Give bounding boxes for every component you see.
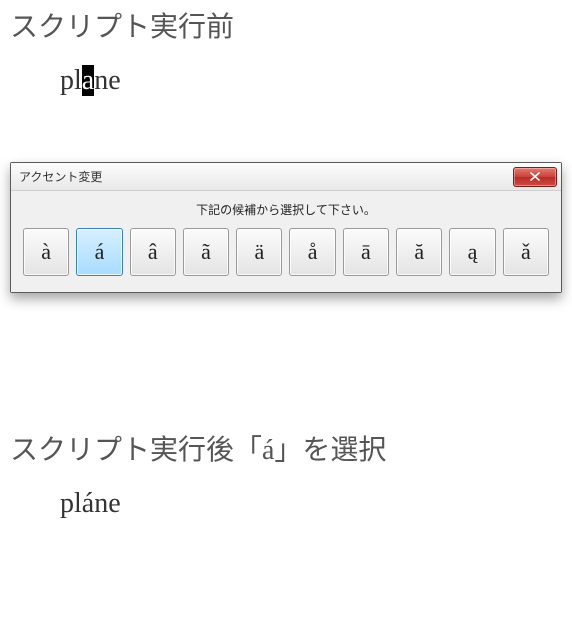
accent-option-5[interactable]: å: [289, 228, 335, 276]
accent-change-dialog: アクセント変更 下記の候補から選択して下さい。 à á â ã ä å ā ă …: [10, 162, 562, 293]
before-word-pre: pl: [60, 65, 82, 96]
before-heading: スクリプト実行前: [0, 0, 572, 45]
accent-option-6[interactable]: ā: [343, 228, 389, 276]
before-word-selection: a: [82, 65, 94, 96]
dialog-title: アクセント変更: [19, 168, 102, 185]
dialog-instruction: 下記の候補から選択して下さい。: [23, 201, 549, 218]
before-word: plane: [0, 65, 572, 97]
accent-option-0[interactable]: à: [23, 228, 69, 276]
accent-option-7[interactable]: ă: [396, 228, 442, 276]
before-word-post: ne: [94, 65, 120, 96]
accent-options-row: à á â ã ä å ā ă ą ǎ: [23, 228, 549, 276]
accent-option-9[interactable]: ǎ: [503, 228, 549, 276]
close-button[interactable]: [513, 167, 557, 187]
after-word: pláne: [0, 488, 572, 520]
accent-option-1[interactable]: á: [76, 228, 122, 276]
dialog-body: 下記の候補から選択して下さい。 à á â ã ä å ā ă ą ǎ: [11, 191, 561, 292]
dialog-titlebar[interactable]: アクセント変更: [11, 163, 561, 191]
close-icon: [530, 172, 540, 181]
accent-option-3[interactable]: ã: [183, 228, 229, 276]
accent-option-8[interactable]: ą: [449, 228, 495, 276]
after-heading: スクリプト実行後「á」を選択: [0, 423, 572, 468]
accent-option-2[interactable]: â: [130, 228, 176, 276]
accent-option-4[interactable]: ä: [236, 228, 282, 276]
